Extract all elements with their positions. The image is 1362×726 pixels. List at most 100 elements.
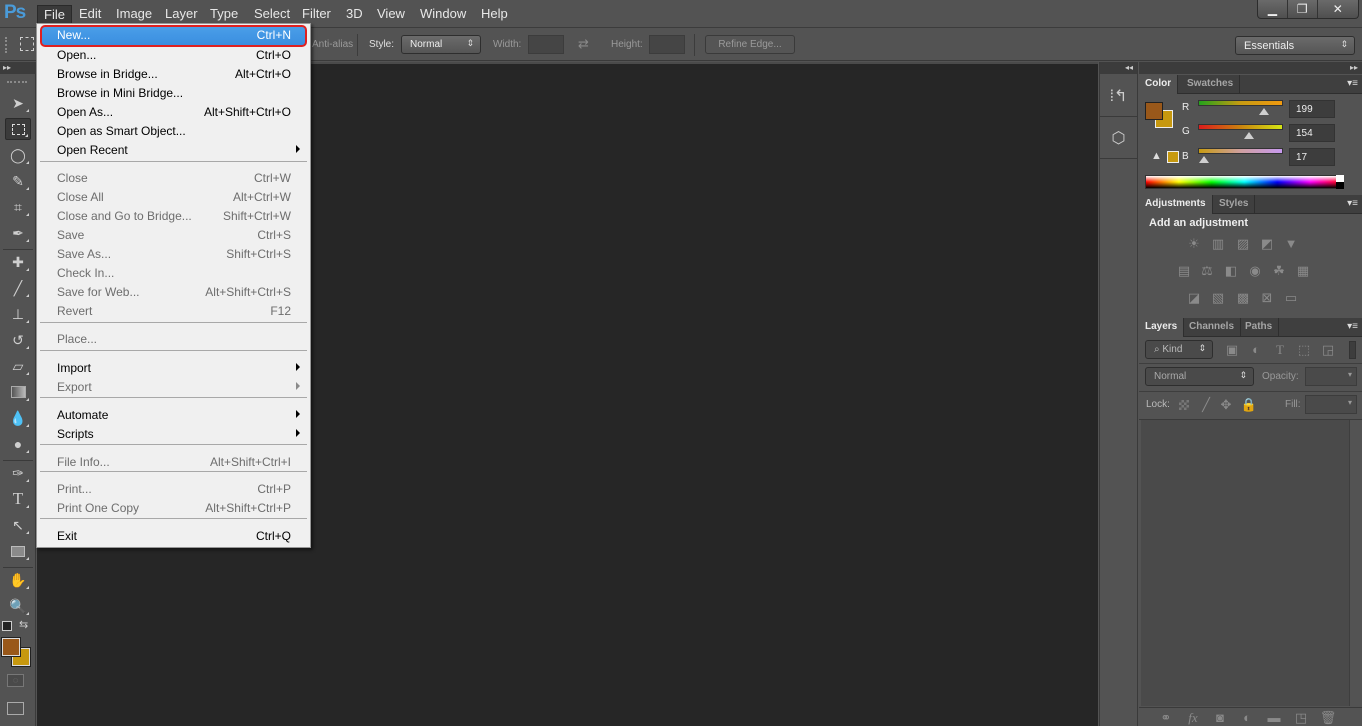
ramp-black[interactable] bbox=[1336, 182, 1344, 189]
menu-item-automate[interactable]: Automate bbox=[40, 406, 307, 425]
menu-item-open-recent[interactable]: Open Recent bbox=[40, 141, 307, 160]
menu-edit[interactable]: Edit bbox=[73, 5, 107, 25]
quick-selection-tool[interactable]: ✎ bbox=[5, 170, 31, 192]
menu-item-exit[interactable]: Exit Ctrl+Q bbox=[40, 527, 307, 546]
menu-type[interactable]: Type bbox=[204, 5, 244, 25]
tab-swatches[interactable]: Swatches bbox=[1181, 75, 1241, 94]
path-selection-tool[interactable]: ↖ bbox=[5, 514, 31, 536]
menu-item-file-info[interactable]: File Info... Alt+Shift+Ctrl+I bbox=[40, 453, 307, 472]
filter-shape-icon[interactable]: ⬚ bbox=[1295, 343, 1313, 357]
menu-item-close-and-go-to-bridge[interactable]: Close and Go to Bridge... Shift+Ctrl+W bbox=[40, 207, 307, 226]
exposure-icon[interactable]: ◩ bbox=[1258, 237, 1276, 251]
selective-color-icon[interactable]: ⊠ bbox=[1258, 291, 1276, 305]
hue-saturation-icon[interactable]: ▤ bbox=[1175, 264, 1193, 278]
g-value[interactable]: 154 bbox=[1289, 124, 1335, 142]
menu-item-print-one-copy[interactable]: Print One Copy Alt+Shift+Ctrl+P bbox=[40, 499, 307, 518]
foreground-color-swatch[interactable] bbox=[1, 637, 21, 657]
type-tool[interactable]: T bbox=[5, 488, 31, 510]
gamut-warning-icon[interactable]: ▲ bbox=[1151, 150, 1162, 162]
layers-list[interactable] bbox=[1141, 420, 1349, 706]
blend-mode-select[interactable]: Normal ⇕ bbox=[1145, 367, 1254, 386]
quick-mask-icon[interactable]: ◌ bbox=[7, 674, 24, 687]
b-slider-thumb[interactable] bbox=[1198, 156, 1209, 163]
menu-item-place[interactable]: Place... bbox=[40, 330, 307, 349]
g-slider[interactable] bbox=[1198, 124, 1283, 130]
panel-menu-icon[interactable]: ▾≡ bbox=[1347, 321, 1358, 332]
refine-edge-button[interactable]: Refine Edge... bbox=[705, 35, 795, 54]
menu-image[interactable]: Image bbox=[110, 5, 158, 25]
menu-item-scripts[interactable]: Scripts bbox=[40, 425, 307, 444]
lock-transparent-icon[interactable] bbox=[1179, 400, 1189, 410]
b-slider[interactable] bbox=[1198, 148, 1283, 154]
invert-icon[interactable]: ◪ bbox=[1185, 291, 1203, 305]
swap-dimensions-icon[interactable]: ⇄ bbox=[578, 36, 589, 52]
gradient-tool[interactable] bbox=[5, 381, 31, 403]
tab-adjustments[interactable]: Adjustments bbox=[1139, 195, 1213, 214]
lock-pixels-icon[interactable]: ╱ bbox=[1197, 398, 1215, 412]
color-fg-swatch[interactable] bbox=[1145, 102, 1163, 120]
lock-all-icon[interactable]: 🔒 bbox=[1240, 398, 1258, 412]
menu-filter[interactable]: Filter bbox=[296, 5, 337, 25]
menu-item-browse-in-mini-bridge[interactable]: Browse in Mini Bridge... bbox=[40, 84, 307, 103]
filter-pixel-icon[interactable]: ▣ bbox=[1223, 343, 1241, 357]
menu-file[interactable]: File bbox=[37, 5, 72, 25]
menu-item-check-in[interactable]: Check In... bbox=[40, 264, 307, 283]
collapse-dock-icon[interactable]: ◂◂ bbox=[1100, 62, 1137, 74]
add-mask-icon[interactable]: ◙ bbox=[1211, 711, 1229, 725]
menu-item-save-for-web[interactable]: Save for Web... Alt+Shift+Ctrl+S bbox=[40, 283, 307, 302]
ramp-white[interactable] bbox=[1336, 175, 1344, 182]
r-value[interactable]: 199 bbox=[1289, 100, 1335, 118]
black-white-icon[interactable]: ◧ bbox=[1222, 264, 1240, 278]
new-group-icon[interactable]: ▬ bbox=[1265, 711, 1283, 725]
menu-item-export[interactable]: Export bbox=[40, 378, 307, 397]
menu-item-revert[interactable]: Revert F12 bbox=[40, 302, 307, 321]
lasso-tool[interactable]: ◯ bbox=[5, 144, 31, 166]
tab-paths[interactable]: Paths bbox=[1239, 318, 1280, 337]
options-grip[interactable] bbox=[5, 37, 10, 53]
tab-layers[interactable]: Layers bbox=[1139, 318, 1185, 337]
collapse-panels-icon[interactable]: ▸▸ bbox=[1139, 62, 1362, 74]
menu-help[interactable]: Help bbox=[475, 5, 514, 25]
menu-item-close-all[interactable]: Close All Alt+Ctrl+W bbox=[40, 188, 307, 207]
channel-mixer-icon[interactable]: ☘ bbox=[1270, 264, 1288, 278]
threshold-icon[interactable]: ▩ bbox=[1234, 291, 1252, 305]
menu-item-import[interactable]: Import bbox=[40, 359, 307, 378]
width-input[interactable] bbox=[528, 35, 564, 54]
vibrance-icon[interactable]: ▼ bbox=[1282, 237, 1300, 251]
gamut-color-swatch[interactable] bbox=[1167, 151, 1179, 163]
fill-input[interactable]: ▾ bbox=[1305, 395, 1357, 414]
spot-healing-brush-tool[interactable]: ✚ bbox=[5, 251, 31, 273]
properties-panel-icon[interactable]: ⬡ bbox=[1100, 117, 1137, 159]
color-balance-icon[interactable]: ⚖ bbox=[1198, 264, 1216, 278]
crop-tool[interactable]: ⌗ bbox=[5, 196, 31, 218]
eyedropper-tool[interactable]: ✒ bbox=[5, 222, 31, 244]
swap-colors-icon[interactable]: ⇆ bbox=[19, 618, 28, 631]
history-panel-icon[interactable]: ⁞↰ bbox=[1100, 75, 1137, 117]
hand-tool[interactable]: ✋ bbox=[5, 569, 31, 591]
minimize-button[interactable]: ▁ bbox=[1258, 0, 1288, 18]
clone-stamp-tool[interactable]: ⊥ bbox=[5, 303, 31, 325]
tab-channels[interactable]: Channels bbox=[1183, 318, 1242, 337]
expand-panel-icon[interactable]: ▸▸ bbox=[0, 62, 36, 74]
menu-window[interactable]: Window bbox=[414, 5, 472, 25]
eraser-tool[interactable]: ▱ bbox=[5, 355, 31, 377]
color-ramp[interactable] bbox=[1145, 175, 1344, 189]
default-colors-icon[interactable] bbox=[2, 621, 12, 631]
curves-icon[interactable]: ▨ bbox=[1234, 237, 1252, 251]
panel-menu-icon[interactable]: ▾≡ bbox=[1347, 198, 1358, 209]
g-slider-thumb[interactable] bbox=[1244, 132, 1254, 139]
opacity-input[interactable]: ▾ bbox=[1305, 367, 1357, 386]
workspace-select[interactable]: Essentials ⇕ bbox=[1235, 36, 1355, 55]
marquee-preset-icon[interactable] bbox=[20, 37, 34, 51]
tab-color[interactable]: Color bbox=[1139, 75, 1179, 94]
posterize-icon[interactable]: ▧ bbox=[1209, 291, 1227, 305]
history-brush-tool[interactable]: ↺ bbox=[5, 329, 31, 351]
new-layer-icon[interactable]: ◳ bbox=[1292, 711, 1310, 725]
b-value[interactable]: 17 bbox=[1289, 148, 1335, 166]
r-slider-thumb[interactable] bbox=[1259, 108, 1270, 115]
levels-icon[interactable]: ▥ bbox=[1209, 237, 1227, 251]
layer-filter-select[interactable]: ⌕ Kind ⇕ bbox=[1145, 340, 1213, 359]
restore-button[interactable]: ❐ bbox=[1288, 0, 1318, 18]
brush-tool[interactable]: ╱ bbox=[5, 277, 31, 299]
menu-3d[interactable]: 3D bbox=[340, 5, 369, 25]
